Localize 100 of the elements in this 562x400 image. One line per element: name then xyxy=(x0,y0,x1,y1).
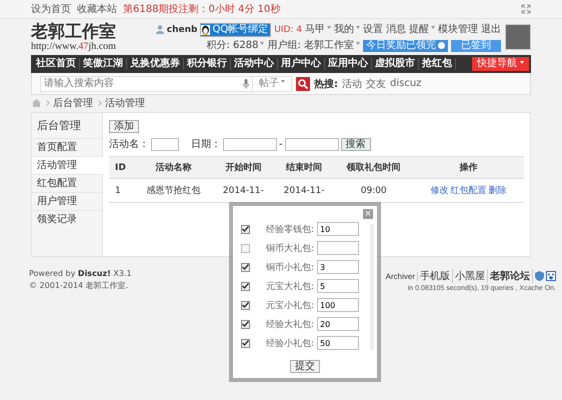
site-logo[interactable]: 老郭工作室 xyxy=(31,22,116,40)
nav-item[interactable]: 抢红包 xyxy=(419,58,456,70)
username-link[interactable]: chenb xyxy=(166,24,198,34)
lottery-notice[interactable]: 第6188期投注剩：0小时 4分 10秒 xyxy=(123,2,280,16)
hot-search-link[interactable]: discuz xyxy=(390,78,422,89)
sidebar-title: 后台管理 xyxy=(36,118,82,134)
user-icon xyxy=(156,25,164,34)
checkbox[interactable] xyxy=(241,262,250,272)
hot-search-link[interactable]: 交友 xyxy=(366,76,386,90)
nav-item[interactable]: 虚拟股市 xyxy=(372,58,419,70)
amount-input[interactable]: 10 xyxy=(317,222,359,236)
hot-search-label: 热搜: xyxy=(314,78,338,90)
checkbox[interactable] xyxy=(241,320,250,328)
nav-item[interactable]: 积分银行 xyxy=(184,58,231,70)
column-header: ID xyxy=(109,156,134,178)
user-menu-link[interactable]: 消息 xyxy=(386,24,406,36)
column-header: 领取礼包时间 xyxy=(334,156,413,178)
breadcrumb-link[interactable]: 后台管理 xyxy=(53,96,93,110)
field-label: 铜币大礼包: xyxy=(264,242,314,254)
sidebar-item[interactable]: 活动管理 xyxy=(32,156,103,174)
search-type-select[interactable]: 帖子 xyxy=(253,76,292,92)
table-cell: 2014-11- xyxy=(213,178,274,202)
add-button[interactable]: 添加 xyxy=(109,120,139,133)
end-date-input[interactable] xyxy=(284,138,339,150)
checkbox[interactable] xyxy=(241,282,250,290)
paw-icon xyxy=(546,271,556,281)
user-menu-link[interactable]: 提醒 xyxy=(409,24,435,36)
nav-item[interactable]: 活动中心 xyxy=(231,58,278,70)
user-menu-link[interactable]: 我的 xyxy=(334,24,360,36)
footer-link[interactable]: Archiver xyxy=(386,272,418,280)
search-field[interactable]: 请输入搜索内容 xyxy=(40,76,253,92)
nav-item[interactable]: 应用中心 xyxy=(325,58,372,70)
check-icon xyxy=(242,283,249,289)
powered-by-text: Powered by Discuz! X3.1 xyxy=(29,269,132,278)
checkbox[interactable] xyxy=(241,244,250,252)
copyright-text: © 2001-2014 老郭工作室. xyxy=(29,280,130,291)
submit-button[interactable]: 提交 xyxy=(290,360,320,373)
shield-icon xyxy=(535,271,544,281)
table-cell: 感恩节抢红包 xyxy=(134,178,213,202)
search-button[interactable] xyxy=(296,76,310,90)
expand-icon xyxy=(521,4,531,14)
amount-input[interactable]: 50 xyxy=(317,336,359,350)
user-group-link[interactable]: 用户组: 老郭工作室 xyxy=(267,40,360,52)
field-label: 元宝大礼包: xyxy=(264,280,314,292)
quick-nav-button[interactable]: 快捷导航 xyxy=(472,57,529,71)
sidebar-item[interactable]: 用户管理 xyxy=(32,192,102,210)
field-label: 经验大礼包: xyxy=(264,318,314,330)
points-link[interactable]: 积分: 6288 xyxy=(206,40,264,52)
uid-label: UID: 4 xyxy=(274,24,302,34)
checkbox[interactable] xyxy=(241,300,250,310)
amount-input[interactable]: 20 xyxy=(317,317,359,331)
check-icon xyxy=(242,321,249,327)
amount-input[interactable]: 100 xyxy=(317,298,359,312)
user-menu-link[interactable]: 退出 xyxy=(481,24,501,36)
field-label: 元宝小礼包: xyxy=(264,300,314,312)
name-label: 活动名： xyxy=(109,138,149,151)
search-icon xyxy=(298,78,308,88)
user-menu-link[interactable]: 设置 xyxy=(363,24,383,36)
action-link[interactable]: 删除 xyxy=(488,186,506,196)
action-link[interactable]: 红包配置 xyxy=(450,186,486,196)
field-label: 经验零钱包: xyxy=(264,224,314,236)
checkbox[interactable] xyxy=(241,224,250,234)
hot-search-link[interactable]: 活动 xyxy=(342,76,362,90)
search-submit-button[interactable]: 搜索 xyxy=(340,138,371,150)
top-link[interactable]: 收藏本站 xyxy=(77,2,117,16)
checkbox[interactable] xyxy=(241,338,250,348)
amount-input[interactable]: 3 xyxy=(317,260,359,274)
column-header: 开始时间 xyxy=(213,156,274,178)
check-icon xyxy=(242,226,249,232)
column-header: 活动名称 xyxy=(134,156,213,178)
start-date-input[interactable] xyxy=(223,138,277,150)
site-url: http://www.47jh.com xyxy=(31,40,116,52)
table-cell: 09:00 xyxy=(334,178,413,202)
name-input[interactable] xyxy=(151,138,179,150)
nav-item[interactable]: 笑傲江湖 xyxy=(80,58,127,70)
top-link[interactable]: 设为首页 xyxy=(31,2,71,16)
table-cell: 1 xyxy=(109,178,134,202)
column-header: 结束时间 xyxy=(274,156,334,178)
amount-input[interactable]: 5 xyxy=(317,279,359,293)
field-label: 铜币小礼包: xyxy=(264,262,314,274)
avatar-placeholder[interactable] xyxy=(505,24,531,50)
user-menu-link[interactable]: 模块管理 xyxy=(438,24,478,36)
breadcrumb-link[interactable]: 活动管理 xyxy=(105,96,145,110)
qq-bind-button[interactable]: QQ帐号绑定 xyxy=(200,22,272,36)
table-cell: 2014-11- xyxy=(274,178,334,202)
action-link[interactable]: 修改 xyxy=(430,186,448,196)
sidebar-item[interactable]: 红包配置 xyxy=(32,174,102,192)
date-separator: - xyxy=(279,138,283,150)
nav-item[interactable]: 兑换优惠券 xyxy=(127,58,184,70)
check-icon xyxy=(242,302,249,308)
amount-input[interactable] xyxy=(317,241,359,255)
footer-link[interactable]: 小黑屋 xyxy=(455,269,488,283)
sidebar-item[interactable]: 领奖记录 xyxy=(32,210,102,228)
nav-item[interactable]: 用户中心 xyxy=(278,58,325,70)
user-menu-link[interactable]: 马甲 xyxy=(305,24,331,36)
nav-item[interactable]: 社区首页 xyxy=(33,58,80,70)
footer-link[interactable]: 老郭论坛 xyxy=(490,269,533,283)
footer-link[interactable]: 手机版 xyxy=(420,269,453,283)
date-label: 日期： xyxy=(191,138,221,151)
check-icon xyxy=(242,264,249,270)
